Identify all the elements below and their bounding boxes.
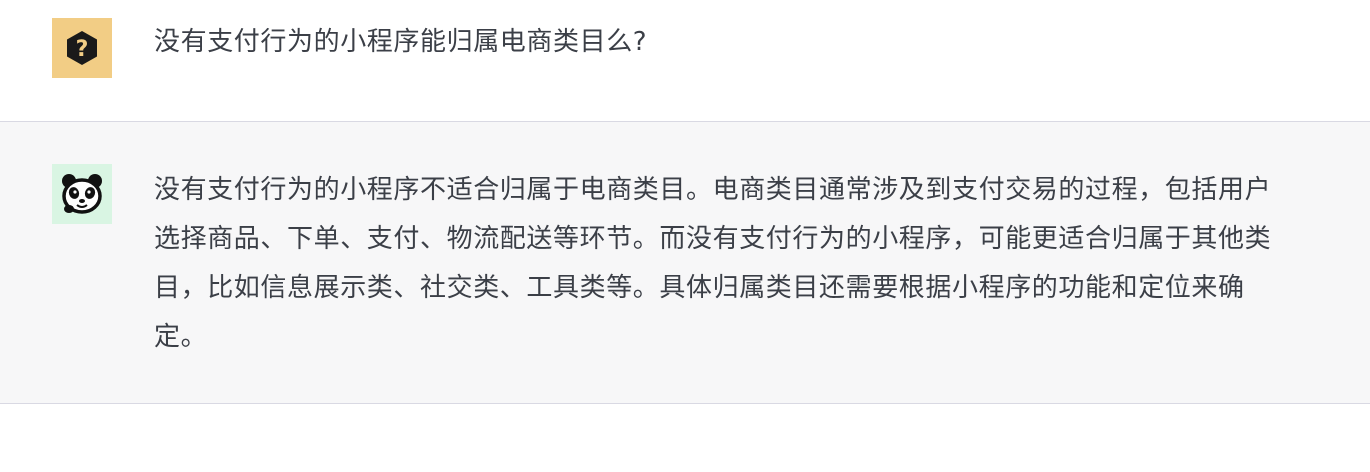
question-badge-icon: ? bbox=[67, 31, 97, 65]
assistant-message-text: 没有支付行为的小程序不适合归属于电商类目。电商类目通常涉及到支付交易的过程，包括… bbox=[154, 175, 1272, 352]
assistant-avatar bbox=[52, 164, 112, 224]
assistant-message: 没有支付行为的小程序不适合归属于电商类目。电商类目通常涉及到支付交易的过程，包括… bbox=[0, 122, 1370, 404]
panda-icon bbox=[62, 174, 102, 214]
user-avatar: ? bbox=[52, 18, 112, 78]
user-message-text: 没有支付行为的小程序能归属电商类目么? bbox=[154, 27, 648, 57]
chat-thread: ? 没有支付行为的小程序能归属电商类目么? 没有支付行为的小程序不适合归属于电商… bbox=[0, 0, 1370, 472]
svg-text:?: ? bbox=[76, 37, 89, 62]
user-message: ? 没有支付行为的小程序能归属电商类目么? bbox=[0, 0, 1370, 122]
